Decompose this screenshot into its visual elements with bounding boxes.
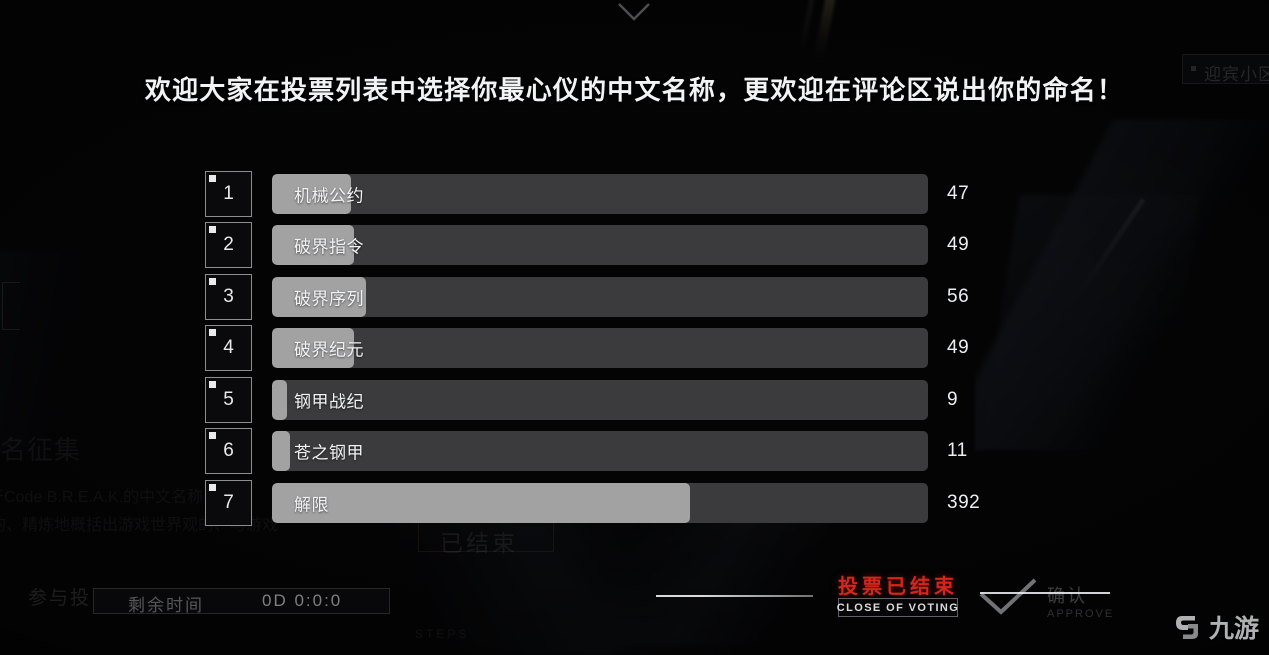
check-icon bbox=[979, 578, 1037, 615]
rank-corner-marker-icon bbox=[209, 329, 216, 337]
voting-closed-label: 投票已结束 bbox=[838, 576, 958, 598]
rank-corner-marker-icon bbox=[209, 277, 216, 285]
vote-row[interactable]: 1 机械公约 47 bbox=[205, 168, 1035, 220]
watermark-text: 九游 bbox=[1208, 615, 1259, 643]
page-title: 欢迎大家在投票列表中选择你最心仪的中文名称，更欢迎在评论区说出你的命名！ bbox=[144, 75, 1125, 105]
vote-row[interactable]: 2 破界指令 49 bbox=[205, 220, 1035, 272]
vote-option-label: 破界指令 bbox=[294, 237, 364, 257]
vote-bar[interactable]: 破界序列 bbox=[272, 276, 928, 317]
remaining-time-label: 剩余时间 bbox=[128, 596, 204, 615]
rank-corner-marker-icon bbox=[209, 483, 216, 491]
vote-bar[interactable]: 解限 bbox=[272, 482, 928, 523]
rank-box: 6 bbox=[205, 428, 252, 475]
rank-box: 2 bbox=[205, 222, 252, 269]
approve-button[interactable]: 确认 APPROVE bbox=[975, 570, 1112, 626]
jiuyou-logo-icon bbox=[1175, 616, 1198, 639]
rank-corner-marker-icon bbox=[209, 226, 216, 234]
vote-option-label: 钢甲战纪 bbox=[294, 392, 364, 412]
vote-option-label: 苍之钢甲 bbox=[294, 443, 364, 463]
vote-bar[interactable]: 钢甲战纪 bbox=[272, 379, 928, 420]
rank-box: 7 bbox=[205, 479, 252, 526]
status-divider-line bbox=[656, 595, 813, 597]
rank-corner-marker-icon bbox=[209, 174, 216, 182]
vote-count: 11 bbox=[947, 440, 968, 462]
remaining-time-value: 0D 0:0:0 bbox=[262, 591, 343, 610]
vote-count: 56 bbox=[947, 285, 970, 307]
vote-bar[interactable]: 破界指令 bbox=[272, 225, 928, 266]
vote-screen: 名征集 于Code B.R.E.A.K.的中文名称，以 的、精炼地概括出游戏世界… bbox=[0, 0, 1269, 655]
vote-bar-fill bbox=[272, 482, 690, 523]
vote-row[interactable]: 3 破界序列 56 bbox=[205, 271, 1035, 323]
rank-number: 6 bbox=[223, 440, 234, 462]
rank-corner-marker-icon bbox=[209, 380, 216, 388]
vote-bar-fill bbox=[272, 379, 288, 420]
rank-box: 1 bbox=[205, 170, 252, 217]
vote-row[interactable]: 4 破界纪元 49 bbox=[205, 323, 1035, 375]
watermark: 九游 bbox=[1174, 609, 1259, 645]
vote-count: 47 bbox=[947, 182, 970, 204]
vote-row[interactable]: 5 钢甲战纪 9 bbox=[205, 374, 1035, 426]
vote-option-label: 破界序列 bbox=[294, 289, 364, 309]
vote-bar[interactable]: 苍之钢甲 bbox=[272, 431, 928, 472]
vote-option-label: 机械公约 bbox=[294, 186, 364, 206]
vote-row[interactable]: 7 解限 392 bbox=[205, 477, 1035, 529]
voting-closed-en-label: CLOSE OF VOTING bbox=[836, 601, 960, 614]
vote-count: 49 bbox=[947, 234, 970, 256]
vote-overlay: 欢迎大家在投票列表中选择你最心仪的中文名称，更欢迎在评论区说出你的命名！ 1 机械… bbox=[0, 0, 1269, 655]
vote-bar[interactable]: 机械公约 bbox=[272, 173, 928, 214]
vote-option-label: 解限 bbox=[294, 495, 329, 515]
rank-number: 1 bbox=[223, 182, 234, 204]
approve-label-en: APPROVE bbox=[1047, 608, 1115, 620]
rank-box: 4 bbox=[205, 325, 252, 372]
vote-option-label: 破界纪元 bbox=[294, 340, 364, 360]
rank-number: 3 bbox=[223, 285, 234, 307]
rank-number: 2 bbox=[223, 234, 234, 256]
vote-count: 49 bbox=[947, 337, 970, 359]
approve-label-cn: 确认 bbox=[1047, 586, 1087, 606]
rank-number: 7 bbox=[223, 491, 234, 513]
voting-closed-en-box: CLOSE OF VOTING bbox=[836, 598, 960, 617]
vote-row[interactable]: 6 苍之钢甲 11 bbox=[205, 426, 1035, 478]
rank-corner-marker-icon bbox=[209, 432, 216, 440]
vote-bar-fill bbox=[272, 431, 291, 472]
vote-list: 1 机械公约 47 2 破界指令 49 3 破界序列 56 4 破界纪元 49 5 钢甲战纪 9 6 苍之钢甲 1… bbox=[205, 168, 1035, 529]
approve-strikethrough-line bbox=[980, 592, 1110, 594]
rank-number: 5 bbox=[223, 388, 234, 410]
vote-count: 392 bbox=[947, 491, 981, 513]
vote-bar[interactable]: 破界纪元 bbox=[272, 328, 928, 369]
vote-count: 9 bbox=[947, 388, 959, 410]
rank-box: 5 bbox=[205, 376, 252, 423]
rank-number: 4 bbox=[223, 337, 234, 359]
rank-box: 3 bbox=[205, 273, 252, 320]
